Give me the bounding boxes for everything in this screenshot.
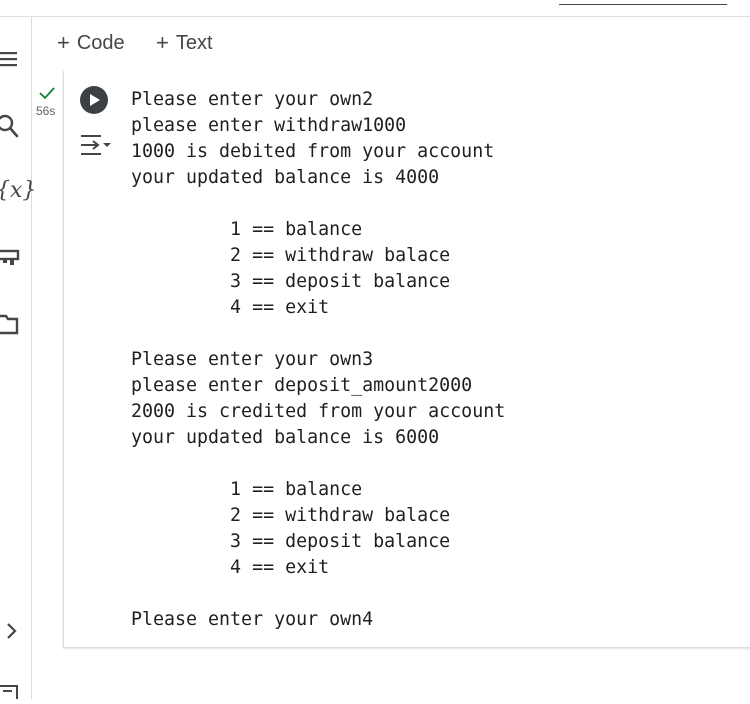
output-line: Please enter your own4 [131, 609, 374, 630]
folder-icon[interactable] [0, 312, 22, 336]
cell-output: Please enter your own2 please enter withd… [131, 87, 505, 633]
checkmark-icon [38, 85, 56, 103]
output-line: 1000 is debited from your account [131, 141, 495, 162]
output-line: 2000 is credited from your account [131, 401, 506, 422]
menu-icon[interactable] [0, 48, 22, 70]
output-line: 2 == withdraw balace [131, 505, 451, 526]
search-icon[interactable] [0, 113, 22, 139]
chevron-right-icon[interactable] [3, 621, 21, 641]
output-line: 4 == exit [131, 297, 330, 318]
output-line: please enter withdraw1000 [131, 115, 407, 136]
output-line: 1 == balance [131, 479, 363, 500]
output-line: 1 == balance [131, 219, 363, 240]
output-line: your updated balance is 4000 [131, 167, 440, 188]
output-line: 3 == deposit balance [131, 531, 451, 552]
variables-glyph: {x} [0, 178, 37, 203]
left-sidebar: {x} [0, 17, 36, 699]
top-bar [0, 0, 750, 17]
output-line: 4 == exit [131, 557, 330, 578]
add-code-button[interactable]: + Code [57, 31, 125, 55]
terminal-icon[interactable] [0, 683, 18, 701]
run-cell-button[interactable] [80, 86, 108, 114]
play-icon [90, 94, 100, 106]
output-line: Please enter your own2 [131, 89, 374, 110]
output-line: Please enter your own3 [131, 349, 374, 370]
output-toggle-icon[interactable] [79, 131, 113, 159]
add-text-label: Text [175, 31, 213, 54]
top-link-underline[interactable] [559, 4, 727, 5]
variables-icon[interactable]: {x} [0, 178, 36, 204]
output-line: 3 == deposit balance [131, 271, 451, 292]
notebook-toolbar: + Code + Text [32, 17, 750, 71]
output-line: 2 == withdraw balace [131, 245, 451, 266]
execution-time: 56s [36, 104, 56, 118]
output-line: please enter deposit_amount2000 [131, 375, 473, 396]
plus-icon: + [57, 30, 70, 55]
plus-icon: + [156, 30, 169, 55]
add-code-label: Code [76, 31, 125, 54]
secrets-key-icon[interactable] [0, 247, 22, 269]
output-line: your updated balance is 6000 [131, 427, 440, 448]
add-text-button[interactable]: + Text [156, 31, 213, 55]
